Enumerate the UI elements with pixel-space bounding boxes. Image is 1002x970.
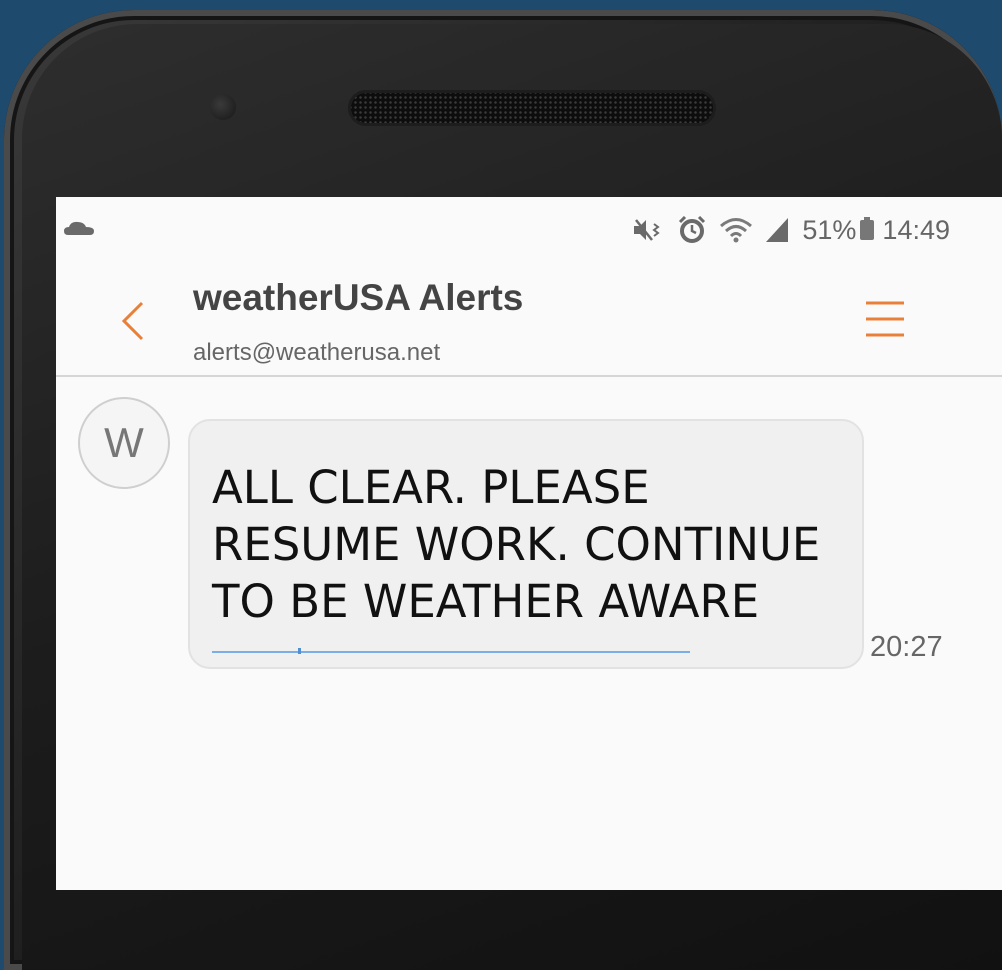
status-time: 14:49 — [882, 214, 950, 245]
signal-icon — [766, 218, 789, 242]
wifi-icon — [720, 218, 753, 243]
message-timestamp: 20:27 — [870, 631, 943, 663]
phone-screen: 51% 14:49 weatherUSA Alerts alerts@weath… — [56, 197, 1002, 890]
sender-name: weatherUSA Alerts — [193, 277, 524, 318]
link-underline — [212, 648, 690, 654]
menu-button[interactable] — [864, 297, 906, 341]
battery-percent: 51% — [802, 214, 857, 245]
hamburger-menu-icon — [866, 301, 904, 337]
status-bar: 51% 14:49 — [56, 197, 1002, 257]
message-bubble[interactable]: ALL CLEAR. PLEASE RESUME WORK. CONTINUE … — [188, 419, 864, 669]
conversation-header: weatherUSA Alerts alerts@weatherusa.net — [56, 257, 1002, 377]
cloud-icon — [64, 221, 94, 235]
alarm-icon — [679, 216, 706, 243]
sender-email: alerts@weatherusa.net — [193, 339, 441, 366]
battery-icon — [860, 217, 875, 240]
front-camera — [210, 94, 236, 120]
back-arrow-icon — [121, 301, 144, 341]
sender-avatar[interactable]: W — [78, 397, 170, 489]
message-text: ALL CLEAR. PLEASE RESUME WORK. CONTINUE … — [212, 461, 821, 628]
back-button[interactable] — [114, 299, 154, 343]
mute-vibrate-icon — [634, 219, 661, 241]
earpiece-speaker — [348, 90, 716, 126]
